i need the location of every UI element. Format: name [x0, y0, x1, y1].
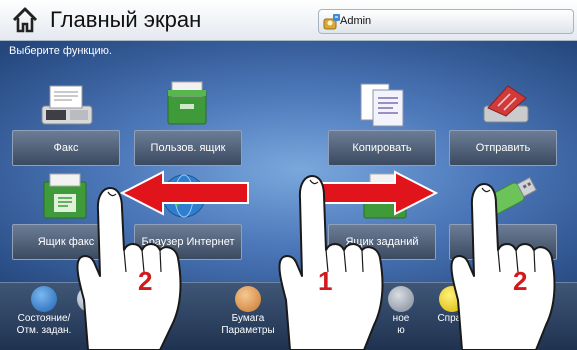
tile-fax[interactable]: Факс — [12, 130, 120, 166]
tile-custom-box[interactable]: Пользов. ящик — [134, 130, 242, 166]
paper-settings-icon — [235, 286, 261, 312]
tile-copy[interactable]: Копировать — [328, 130, 436, 166]
fax-icon[interactable] — [38, 82, 96, 128]
language-button[interactable]: ное ю — [376, 283, 426, 350]
job-box-icon[interactable] — [360, 172, 410, 220]
fax-box-icon[interactable] — [40, 172, 94, 220]
tile-fax-box[interactable]: Ящик факс — [12, 224, 120, 260]
user-key-icon — [323, 14, 340, 30]
home-screen: Главный экран Admin Выберите функцию. Фа… — [0, 0, 577, 350]
paper-settings-label-line2: Параметры — [221, 325, 275, 336]
device-info-label-line1: И — [86, 313, 94, 324]
help-icon — [439, 286, 465, 312]
page-title: Главный экран — [50, 7, 202, 32]
tile-send[interactable]: Отправить — [449, 130, 557, 166]
paper-settings-label-line1: Бумага — [231, 313, 265, 324]
send-icon[interactable] — [478, 80, 534, 128]
gesture-number-left: 2 — [138, 266, 153, 296]
internet-browser-icon[interactable] — [160, 172, 208, 220]
gesture-number-right: 2 — [513, 266, 528, 296]
paper-settings-button[interactable]: Бумага Параметры — [210, 283, 286, 350]
help-label-line1: Справ — [437, 313, 467, 324]
login-user-button[interactable]: Admin — [318, 9, 574, 34]
tile-internet-browser[interactable]: Браузер Интернет — [134, 224, 242, 260]
language-label-line2: ю — [397, 325, 405, 336]
home-icon[interactable] — [11, 6, 39, 34]
usb-drive-icon[interactable] — [478, 170, 542, 222]
status-icon — [31, 286, 57, 312]
tile-usb[interactable] — [449, 224, 557, 260]
copy-icon[interactable] — [357, 80, 409, 128]
gesture-number-center: 1 — [318, 266, 333, 296]
tile-job-box[interactable]: Ящик заданий — [328, 224, 436, 260]
help-button[interactable]: Справ — [432, 283, 472, 350]
device-info-label-line2: о — [87, 325, 93, 336]
language-icon — [388, 286, 414, 312]
device-info-icon — [77, 286, 103, 312]
user-name: Admin — [340, 15, 372, 27]
device-info-button[interactable]: И о — [70, 283, 110, 350]
instruction-text: Выберите функцию. — [9, 45, 112, 57]
header-bar: Главный экран Admin — [0, 0, 577, 41]
language-label-line1: ное — [392, 313, 410, 324]
bottom-bar: Состояние/ Отм. задан. И о Бумага Параме… — [0, 282, 577, 350]
custom-box-icon[interactable] — [162, 78, 212, 128]
